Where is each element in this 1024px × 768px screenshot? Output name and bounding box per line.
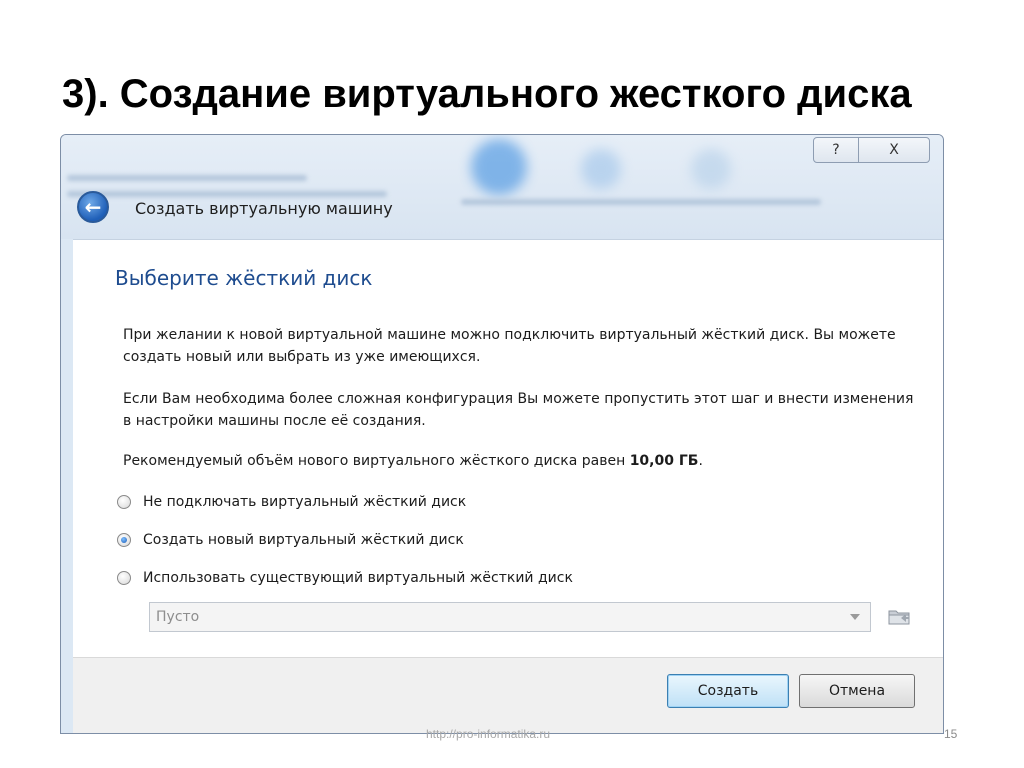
chevron-down-icon xyxy=(850,614,860,620)
back-arrow-icon: ← xyxy=(84,195,102,219)
page-heading: Выберите жёсткий диск xyxy=(115,266,373,290)
browse-folder-button[interactable] xyxy=(887,606,911,626)
existing-disk-select[interactable]: Пусто xyxy=(149,602,871,632)
option-use-existing-disk[interactable]: Использовать существующий виртуальный жё… xyxy=(117,570,573,586)
option-create-new-disk[interactable]: Создать новый виртуальный жёсткий диск xyxy=(117,532,464,548)
close-icon: X xyxy=(889,142,899,158)
option-use-existing-disk-label: Использовать существующий виртуальный жё… xyxy=(143,570,573,586)
description-paragraph-2: Если Вам необходима более сложная конфиг… xyxy=(123,391,914,429)
radio-use-existing-disk[interactable] xyxy=(117,571,131,585)
wizard-page: Выберите жёсткий диск При желании к ново… xyxy=(73,239,943,658)
radio-create-new-disk[interactable] xyxy=(117,533,131,547)
description-paragraph-1: При желании к новой виртуальной машине м… xyxy=(123,327,896,365)
option-no-disk[interactable]: Не подключать виртуальный жёсткий диск xyxy=(117,494,466,510)
page-number: 15 xyxy=(944,727,958,741)
source-url: http://pro-informatika.ru xyxy=(426,727,551,741)
create-button[interactable]: Создать xyxy=(667,674,789,708)
existing-disk-select-value: Пусто xyxy=(156,609,200,625)
background-app-blur xyxy=(61,135,943,239)
recommended-size-value: 10,00 ГБ xyxy=(629,453,699,469)
option-create-new-disk-label: Создать новый виртуальный жёсткий диск xyxy=(143,532,464,548)
slide-title: 3). Создание виртуального жесткого диска xyxy=(62,72,912,116)
radio-no-disk[interactable] xyxy=(117,495,131,509)
help-button[interactable]: ? xyxy=(813,137,859,163)
close-button[interactable]: X xyxy=(858,137,930,163)
wizard-window: ? X ← Создать виртуальную машину Выберит… xyxy=(60,134,944,734)
option-no-disk-label: Не подключать виртуальный жёсткий диск xyxy=(143,494,467,510)
folder-icon xyxy=(888,610,910,625)
wizard-title: Создать виртуальную машину xyxy=(135,199,393,218)
recommended-size-text: Рекомендуемый объём нового виртуального … xyxy=(123,453,703,469)
button-bar: Создать Отмена xyxy=(73,657,943,733)
back-button[interactable]: ← xyxy=(77,191,109,223)
cancel-button[interactable]: Отмена xyxy=(799,674,915,708)
